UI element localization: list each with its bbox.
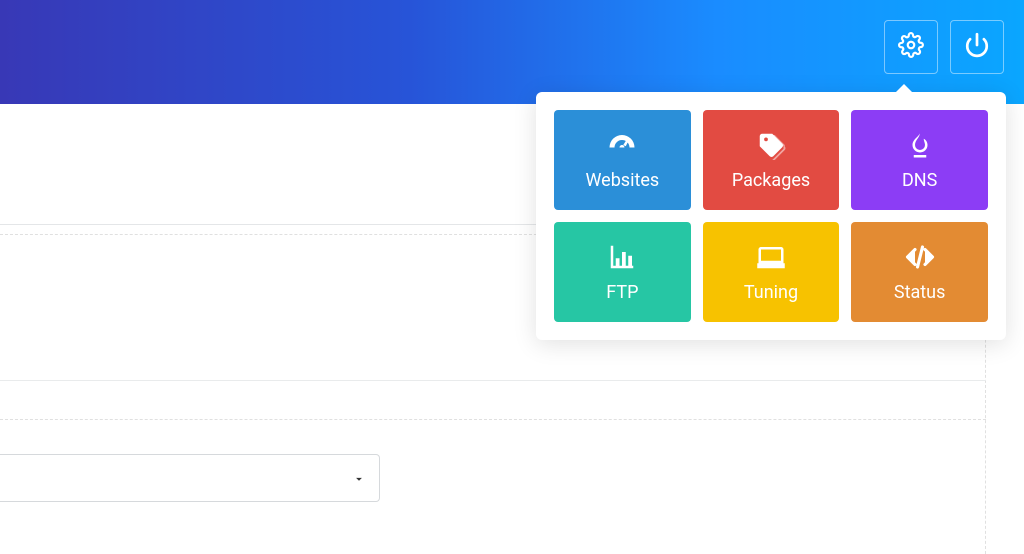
flame-icon: [905, 130, 935, 160]
settings-button[interactable]: [884, 20, 938, 74]
tile-ftp[interactable]: FTP: [554, 222, 691, 322]
dropdown-select[interactable]: [0, 454, 380, 502]
tile-label: Websites: [585, 170, 659, 191]
dashboard-icon: [607, 130, 637, 160]
tile-dns[interactable]: DNS: [851, 110, 988, 210]
laptop-icon: [756, 242, 786, 272]
divider: [0, 380, 986, 381]
topbar-buttons: [884, 20, 1004, 74]
tile-label: Status: [894, 282, 945, 303]
tile-status[interactable]: Status: [851, 222, 988, 322]
power-button[interactable]: [950, 20, 1004, 74]
gear-icon: [898, 32, 924, 62]
tile-label: DNS: [902, 170, 937, 191]
select-wrap: [0, 454, 380, 502]
settings-dropdown: Websites Packages DNS FTP Tuning Status: [536, 92, 1006, 340]
code-icon: [905, 242, 935, 272]
divider-dashed: [0, 419, 986, 420]
topbar: [0, 0, 1024, 104]
chart-icon: [607, 242, 637, 272]
tile-websites[interactable]: Websites: [554, 110, 691, 210]
tile-tuning[interactable]: Tuning: [703, 222, 840, 322]
power-icon: [964, 32, 990, 62]
tags-icon: [756, 130, 786, 160]
tile-label: Tuning: [744, 282, 798, 303]
tile-label: Packages: [732, 170, 810, 191]
tile-packages[interactable]: Packages: [703, 110, 840, 210]
tile-label: FTP: [606, 282, 638, 303]
